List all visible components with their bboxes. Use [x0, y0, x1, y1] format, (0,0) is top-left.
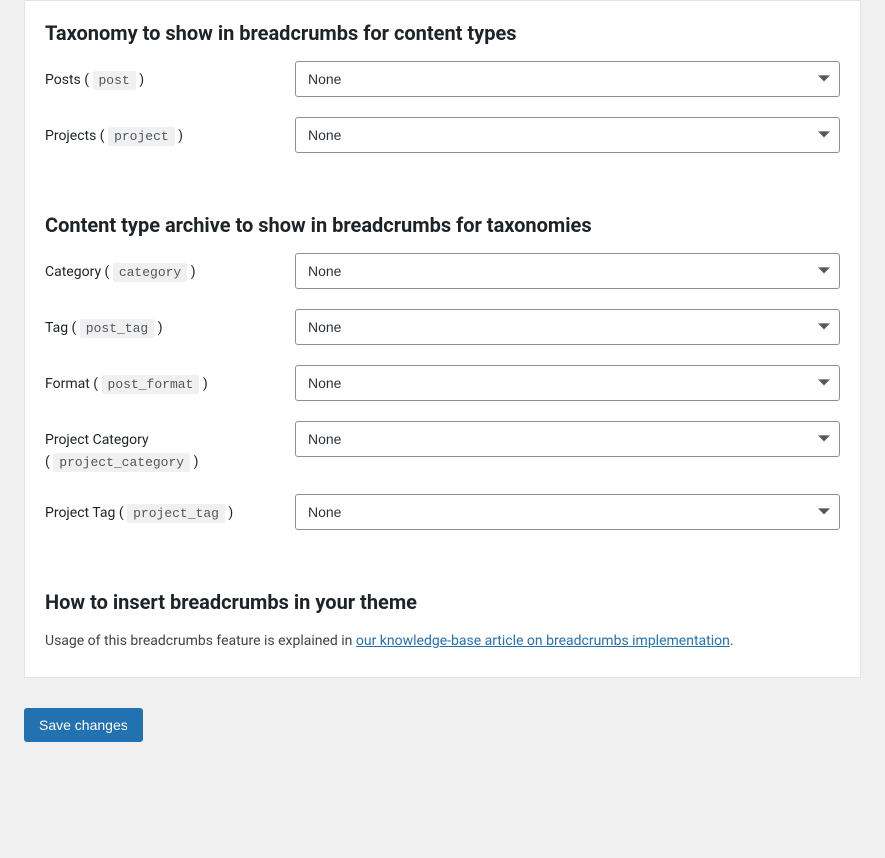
code-post: post — [93, 71, 136, 90]
field-row-category: Category ( category ) None — [45, 253, 840, 289]
section-title-taxonomies: Content type archive to show in breadcru… — [45, 213, 840, 237]
code-project: project — [108, 127, 175, 146]
section-title-how-to: How to insert breadcrumbs in your theme — [45, 590, 840, 614]
settings-panel: Taxonomy to show in breadcrumbs for cont… — [24, 0, 861, 678]
field-row-project-tag: Project Tag ( project_tag ) None — [45, 494, 840, 530]
field-row-tag: Tag ( post_tag ) None — [45, 309, 840, 345]
code-post-tag: post_tag — [80, 319, 154, 338]
code-category: category — [113, 263, 187, 282]
field-row-projects: Projects ( project ) None — [45, 117, 840, 153]
select-category-archive[interactable]: None — [295, 253, 840, 289]
select-projects-taxonomy[interactable]: None — [295, 117, 840, 153]
section-title-content-types: Taxonomy to show in breadcrumbs for cont… — [45, 21, 840, 45]
field-row-format: Format ( post_format ) None — [45, 365, 840, 401]
select-tag-archive[interactable]: None — [295, 309, 840, 345]
field-label-projects: Projects ( project ) — [45, 117, 295, 148]
field-row-posts: Posts ( post ) None — [45, 61, 840, 97]
select-posts-taxonomy[interactable]: None — [295, 61, 840, 97]
field-label-category: Category ( category ) — [45, 253, 295, 284]
section-content-types: Taxonomy to show in breadcrumbs for cont… — [25, 21, 860, 153]
code-post-format: post_format — [102, 375, 200, 394]
section-how-to-insert: How to insert breadcrumbs in your theme … — [25, 590, 860, 652]
select-project-category-archive[interactable]: None — [295, 421, 840, 457]
field-label-project-category: Project Category ( project_category ) — [45, 421, 295, 474]
field-label-project-tag: Project Tag ( project_tag ) — [45, 494, 295, 525]
knowledge-base-link[interactable]: our knowledge-base article on breadcrumb… — [356, 633, 730, 649]
field-label-posts: Posts ( post ) — [45, 61, 295, 92]
select-project-tag-archive[interactable]: None — [295, 494, 840, 530]
code-project-tag: project_tag — [127, 504, 225, 523]
section-taxonomies: Content type archive to show in breadcru… — [25, 213, 860, 530]
field-label-format: Format ( post_format ) — [45, 365, 295, 396]
save-button[interactable]: Save changes — [24, 708, 143, 742]
help-text: Usage of this breadcrumbs feature is exp… — [45, 630, 840, 652]
save-area: Save changes — [0, 678, 885, 772]
select-format-archive[interactable]: None — [295, 365, 840, 401]
code-project-category: project_category — [53, 453, 190, 472]
field-label-tag: Tag ( post_tag ) — [45, 309, 295, 340]
field-row-project-category: Project Category ( project_category ) No… — [45, 421, 840, 474]
